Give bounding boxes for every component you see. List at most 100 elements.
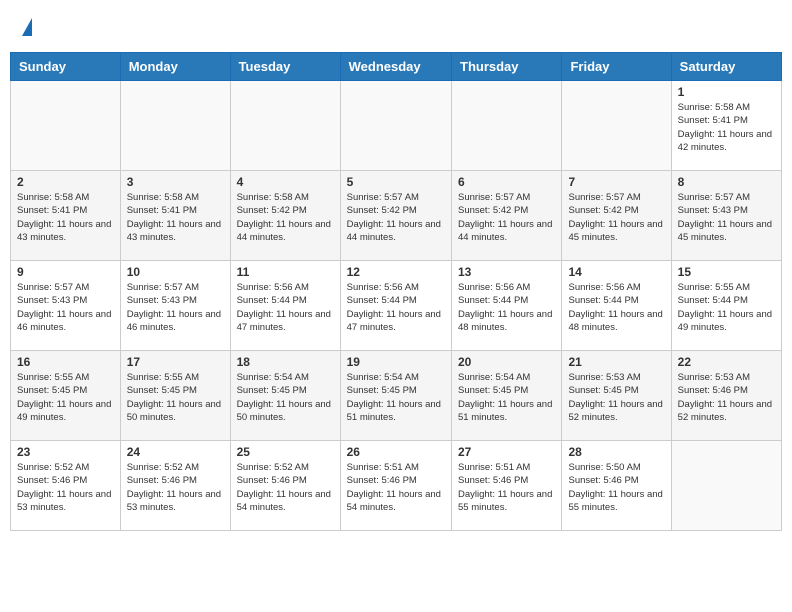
calendar-cell: 23 Sunrise: 5:52 AM Sunset: 5:46 PM Dayli… — [11, 441, 121, 531]
calendar-week-row: 9 Sunrise: 5:57 AM Sunset: 5:43 PM Daylig… — [11, 261, 782, 351]
day-info: Sunrise: 5:58 AM Sunset: 5:41 PM Dayligh… — [127, 191, 224, 244]
calendar-cell — [562, 81, 671, 171]
day-info: Sunrise: 5:53 AM Sunset: 5:46 PM Dayligh… — [678, 371, 775, 424]
day-number: 4 — [237, 175, 334, 189]
day-number: 22 — [678, 355, 775, 369]
day-info: Sunrise: 5:55 AM Sunset: 5:44 PM Dayligh… — [678, 281, 775, 334]
calendar-cell: 2 Sunrise: 5:58 AM Sunset: 5:41 PM Daylig… — [11, 171, 121, 261]
day-number: 17 — [127, 355, 224, 369]
day-number: 11 — [237, 265, 334, 279]
day-info: Sunrise: 5:52 AM Sunset: 5:46 PM Dayligh… — [127, 461, 224, 514]
calendar-week-row: 16 Sunrise: 5:55 AM Sunset: 5:45 PM Dayli… — [11, 351, 782, 441]
day-number: 8 — [678, 175, 775, 189]
day-of-week-header: Wednesday — [340, 53, 451, 81]
calendar-cell: 13Sunrise: 5:56 AM Sunset: 5:44 PM Dayli… — [452, 261, 562, 351]
day-info: Sunrise: 5:57 AM Sunset: 5:42 PM Dayligh… — [347, 191, 445, 244]
calendar-cell: 18 Sunrise: 5:54 AM Sunset: 5:45 PM Dayli… — [230, 351, 340, 441]
calendar-cell: 11 Sunrise: 5:56 AM Sunset: 5:44 PM Dayli… — [230, 261, 340, 351]
calendar-cell: 7 Sunrise: 5:57 AM Sunset: 5:42 PM Daylig… — [562, 171, 671, 261]
calendar-cell: 12Sunrise: 5:56 AM Sunset: 5:44 PM Dayli… — [340, 261, 451, 351]
calendar-cell: 9 Sunrise: 5:57 AM Sunset: 5:43 PM Daylig… — [11, 261, 121, 351]
day-of-week-header: Monday — [120, 53, 230, 81]
day-number: 27 — [458, 445, 555, 459]
day-info: Sunrise: 5:58 AM Sunset: 5:41 PM Dayligh… — [678, 101, 775, 154]
day-info: Sunrise: 5:56 AM Sunset: 5:44 PM Dayligh… — [237, 281, 334, 334]
calendar-cell: 8 Sunrise: 5:57 AM Sunset: 5:43 PM Daylig… — [671, 171, 781, 261]
day-number: 9 — [17, 265, 114, 279]
page-header — [10, 10, 782, 46]
calendar-cell: 22 Sunrise: 5:53 AM Sunset: 5:46 PM Dayli… — [671, 351, 781, 441]
calendar-cell: 28Sunrise: 5:50 AM Sunset: 5:46 PM Dayli… — [562, 441, 671, 531]
calendar-cell — [340, 81, 451, 171]
day-number: 19 — [347, 355, 445, 369]
day-of-week-header: Sunday — [11, 53, 121, 81]
calendar-cell: 6 Sunrise: 5:57 AM Sunset: 5:42 PM Daylig… — [452, 171, 562, 261]
day-info: Sunrise: 5:57 AM Sunset: 5:43 PM Dayligh… — [17, 281, 114, 334]
calendar-cell — [452, 81, 562, 171]
calendar-cell: 15 Sunrise: 5:55 AM Sunset: 5:44 PM Dayli… — [671, 261, 781, 351]
day-number: 6 — [458, 175, 555, 189]
calendar-cell: 21 Sunrise: 5:53 AM Sunset: 5:45 PM Dayli… — [562, 351, 671, 441]
day-number: 18 — [237, 355, 334, 369]
day-info: Sunrise: 5:50 AM Sunset: 5:46 PM Dayligh… — [568, 461, 664, 514]
day-of-week-header: Tuesday — [230, 53, 340, 81]
calendar-cell: 25 Sunrise: 5:52 AM Sunset: 5:46 PM Dayli… — [230, 441, 340, 531]
calendar-week-row: 2 Sunrise: 5:58 AM Sunset: 5:41 PM Daylig… — [11, 171, 782, 261]
calendar-cell: 26 Sunrise: 5:51 AM Sunset: 5:46 PM Dayli… — [340, 441, 451, 531]
day-number: 2 — [17, 175, 114, 189]
calendar-cell: 14Sunrise: 5:56 AM Sunset: 5:44 PM Dayli… — [562, 261, 671, 351]
day-number: 16 — [17, 355, 114, 369]
day-number: 26 — [347, 445, 445, 459]
day-of-week-header: Thursday — [452, 53, 562, 81]
day-info: Sunrise: 5:51 AM Sunset: 5:46 PM Dayligh… — [458, 461, 555, 514]
calendar-cell: 3 Sunrise: 5:58 AM Sunset: 5:41 PM Daylig… — [120, 171, 230, 261]
calendar-cell: 24 Sunrise: 5:52 AM Sunset: 5:46 PM Dayli… — [120, 441, 230, 531]
day-info: Sunrise: 5:58 AM Sunset: 5:42 PM Dayligh… — [237, 191, 334, 244]
day-number: 20 — [458, 355, 555, 369]
day-info: Sunrise: 5:55 AM Sunset: 5:45 PM Dayligh… — [127, 371, 224, 424]
calendar-cell: 19Sunrise: 5:54 AM Sunset: 5:45 PM Dayli… — [340, 351, 451, 441]
calendar-table: SundayMondayTuesdayWednesdayThursdayFrid… — [10, 52, 782, 531]
day-info: Sunrise: 5:57 AM Sunset: 5:43 PM Dayligh… — [678, 191, 775, 244]
day-number: 21 — [568, 355, 664, 369]
day-info: Sunrise: 5:57 AM Sunset: 5:42 PM Dayligh… — [568, 191, 664, 244]
day-info: Sunrise: 5:56 AM Sunset: 5:44 PM Dayligh… — [458, 281, 555, 334]
day-info: Sunrise: 5:56 AM Sunset: 5:44 PM Dayligh… — [347, 281, 445, 334]
calendar-header-row: SundayMondayTuesdayWednesdayThursdayFrid… — [11, 53, 782, 81]
calendar-week-row: 1 Sunrise: 5:58 AM Sunset: 5:41 PM Daylig… — [11, 81, 782, 171]
day-of-week-header: Friday — [562, 53, 671, 81]
day-info: Sunrise: 5:56 AM Sunset: 5:44 PM Dayligh… — [568, 281, 664, 334]
logo — [20, 18, 32, 38]
day-number: 24 — [127, 445, 224, 459]
calendar-cell: 16 Sunrise: 5:55 AM Sunset: 5:45 PM Dayli… — [11, 351, 121, 441]
day-info: Sunrise: 5:54 AM Sunset: 5:45 PM Dayligh… — [458, 371, 555, 424]
day-info: Sunrise: 5:55 AM Sunset: 5:45 PM Dayligh… — [17, 371, 114, 424]
day-number: 15 — [678, 265, 775, 279]
calendar-cell: 1 Sunrise: 5:58 AM Sunset: 5:41 PM Daylig… — [671, 81, 781, 171]
calendar-week-row: 23 Sunrise: 5:52 AM Sunset: 5:46 PM Dayli… — [11, 441, 782, 531]
day-info: Sunrise: 5:52 AM Sunset: 5:46 PM Dayligh… — [17, 461, 114, 514]
calendar-cell — [671, 441, 781, 531]
calendar-cell — [230, 81, 340, 171]
day-info: Sunrise: 5:58 AM Sunset: 5:41 PM Dayligh… — [17, 191, 114, 244]
day-number: 1 — [678, 85, 775, 99]
calendar-cell: 4 Sunrise: 5:58 AM Sunset: 5:42 PM Daylig… — [230, 171, 340, 261]
calendar-cell — [120, 81, 230, 171]
calendar-cell: 27 Sunrise: 5:51 AM Sunset: 5:46 PM Dayli… — [452, 441, 562, 531]
day-info: Sunrise: 5:54 AM Sunset: 5:45 PM Dayligh… — [237, 371, 334, 424]
calendar-cell — [11, 81, 121, 171]
calendar-cell: 17 Sunrise: 5:55 AM Sunset: 5:45 PM Dayli… — [120, 351, 230, 441]
day-info: Sunrise: 5:53 AM Sunset: 5:45 PM Dayligh… — [568, 371, 664, 424]
day-info: Sunrise: 5:57 AM Sunset: 5:43 PM Dayligh… — [127, 281, 224, 334]
day-number: 23 — [17, 445, 114, 459]
day-number: 10 — [127, 265, 224, 279]
day-number: 7 — [568, 175, 664, 189]
day-number: 25 — [237, 445, 334, 459]
calendar-cell: 5Sunrise: 5:57 AM Sunset: 5:42 PM Daylig… — [340, 171, 451, 261]
logo-triangle-icon — [22, 18, 32, 36]
day-info: Sunrise: 5:52 AM Sunset: 5:46 PM Dayligh… — [237, 461, 334, 514]
day-number: 3 — [127, 175, 224, 189]
day-of-week-header: Saturday — [671, 53, 781, 81]
day-info: Sunrise: 5:51 AM Sunset: 5:46 PM Dayligh… — [347, 461, 445, 514]
day-info: Sunrise: 5:57 AM Sunset: 5:42 PM Dayligh… — [458, 191, 555, 244]
